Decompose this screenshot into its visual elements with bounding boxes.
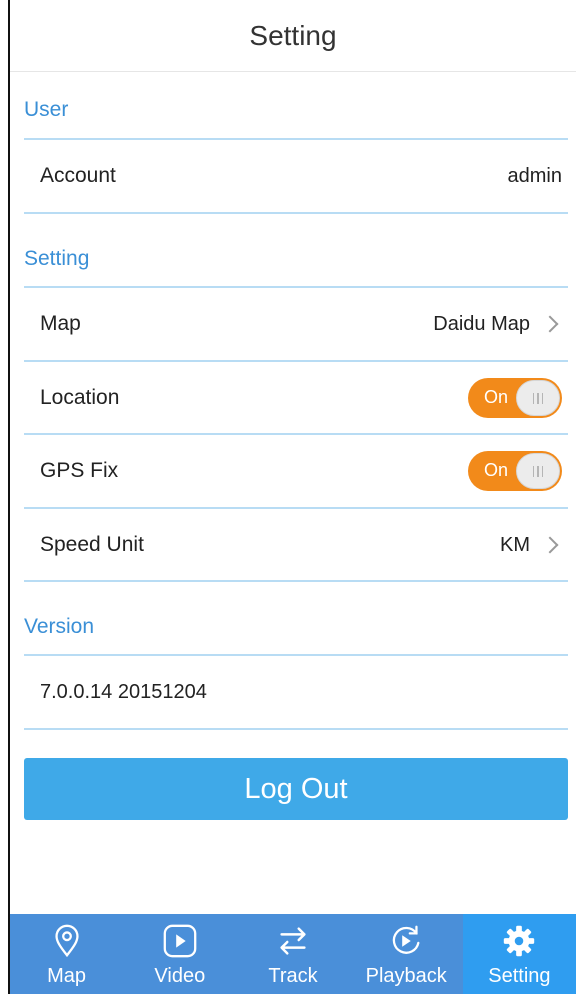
play-icon — [160, 921, 200, 961]
tab-map[interactable]: Map — [10, 914, 123, 994]
gps-fix-row: GPS Fix On — [24, 435, 568, 507]
map-label: Map — [40, 312, 81, 335]
replay-icon — [386, 921, 426, 961]
location-toggle-text: On — [484, 387, 509, 407]
gps-fix-toggle[interactable]: On — [468, 451, 562, 491]
account-row: Account admin — [24, 140, 568, 212]
divider — [24, 580, 568, 582]
location-toggle[interactable]: On — [468, 378, 562, 418]
page-title: Setting — [249, 19, 337, 51]
divider — [24, 728, 568, 730]
gps-fix-label: GPS Fix — [40, 459, 119, 482]
swap-arrows-icon — [273, 921, 313, 961]
toggle-knob — [516, 380, 560, 416]
tab-map-label: Map — [47, 965, 87, 987]
tab-video[interactable]: Video — [123, 914, 236, 994]
gps-fix-toggle-text: On — [484, 460, 509, 480]
tab-video-label: Video — [154, 965, 206, 987]
section-label-user: User — [24, 98, 69, 121]
tab-track-label: Track — [268, 965, 318, 987]
speed-unit-row[interactable]: Speed Unit KM — [24, 509, 568, 581]
map-row[interactable]: Map Daidu Map — [24, 288, 568, 360]
map-value: Daidu Map — [433, 312, 530, 335]
toggle-knob — [516, 453, 560, 489]
chevron-right-icon — [541, 315, 559, 333]
left-edge-border — [0, 0, 10, 994]
top-bar: Setting — [10, 0, 576, 72]
version-row: 7.0.0.14 20151204 — [24, 656, 568, 728]
speed-unit-value: KM — [500, 533, 530, 556]
location-label: Location — [40, 386, 120, 409]
map-pin-icon — [47, 921, 87, 961]
gear-icon — [499, 921, 539, 961]
speed-unit-label: Speed Unit — [40, 533, 144, 556]
chevron-right-icon — [541, 536, 559, 554]
section-label-setting: Setting — [24, 247, 90, 270]
tab-track[interactable]: Track — [236, 914, 349, 994]
section-label-version: Version — [24, 615, 95, 638]
settings-screen: Setting User Account admin Setting Map D… — [10, 0, 576, 994]
tab-setting-label: Setting — [488, 965, 551, 987]
divider — [24, 212, 568, 214]
logout-button[interactable]: Log Out — [24, 758, 568, 820]
account-value: admin — [507, 164, 562, 187]
location-row: Location On — [24, 362, 568, 434]
bottom-tab-bar: Map Video Track Playback Setting — [10, 914, 576, 994]
tab-playback[interactable]: Playback — [350, 914, 463, 994]
account-label: Account — [40, 164, 116, 187]
tab-setting[interactable]: Setting — [462, 914, 576, 994]
version-value: 7.0.0.14 20151204 — [40, 680, 207, 703]
tab-playback-label: Playback — [365, 965, 447, 987]
